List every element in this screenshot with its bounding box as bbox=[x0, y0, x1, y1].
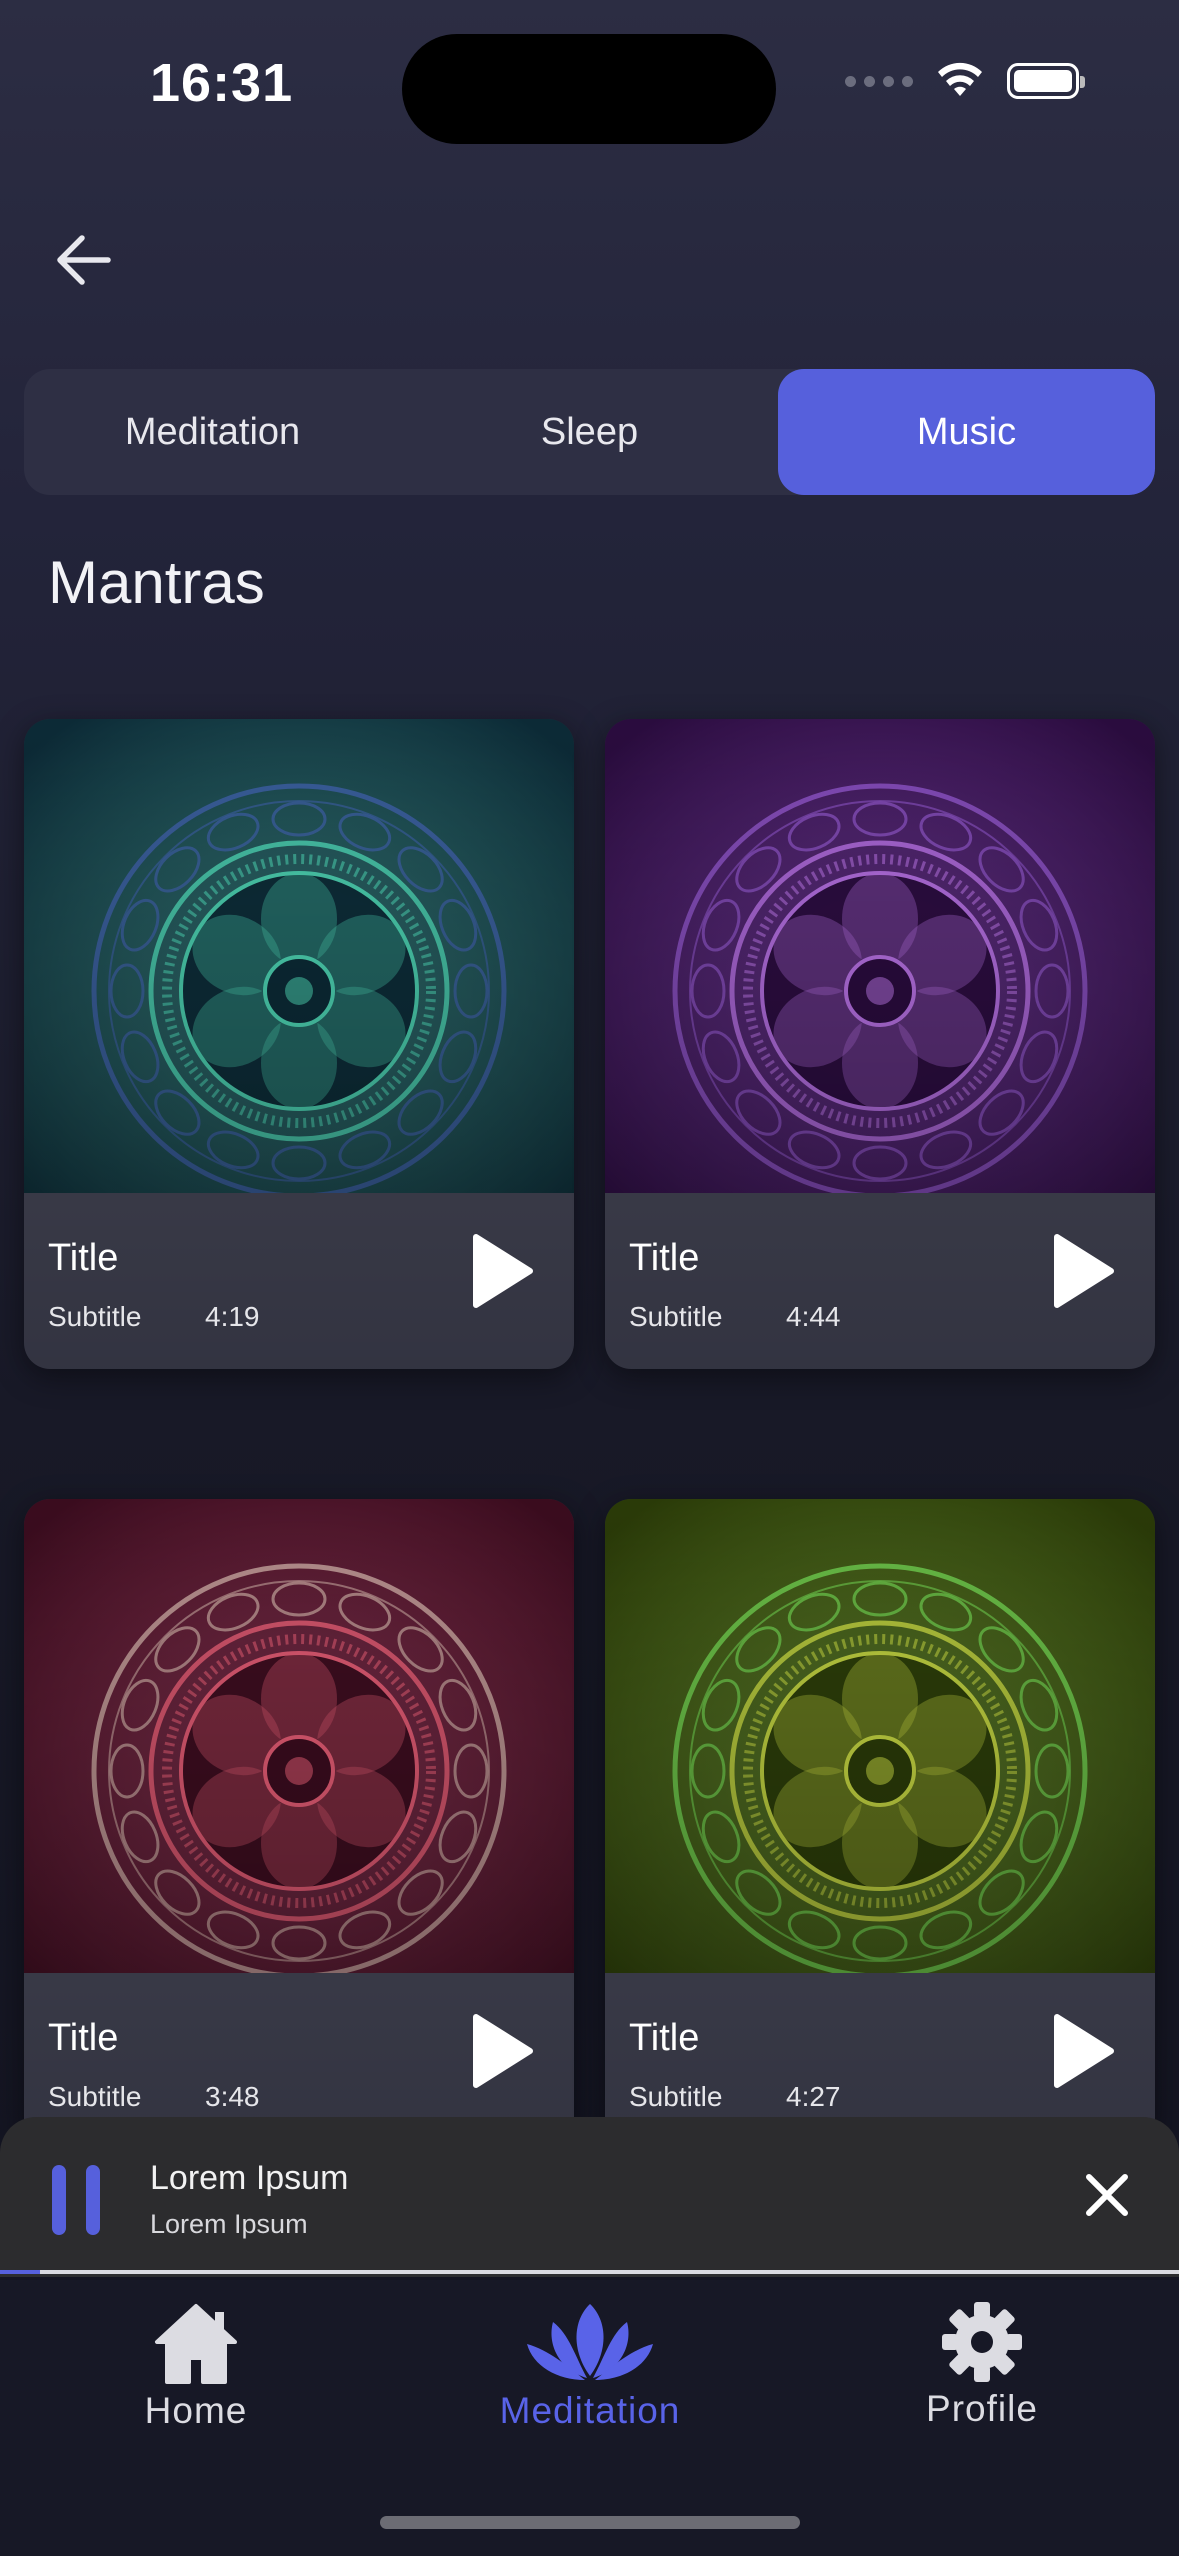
card-subtitle: Subtitle bbox=[629, 1301, 723, 1332]
mantra-card[interactable]: Title Subtitle 4:44 bbox=[605, 719, 1155, 1369]
close-icon[interactable] bbox=[1079, 2167, 1135, 2223]
nav-meditation[interactable]: Meditation bbox=[440, 2300, 740, 2432]
nav-home[interactable]: Home bbox=[46, 2300, 346, 2432]
mantra-card[interactable]: Title Subtitle 3:48 bbox=[24, 1499, 574, 2149]
arrow-left-icon bbox=[57, 235, 111, 285]
status-icons bbox=[845, 62, 1085, 100]
play-icon[interactable] bbox=[470, 2013, 534, 2089]
nav-home-label: Home bbox=[144, 2390, 248, 2431]
play-icon[interactable] bbox=[1051, 2013, 1115, 2089]
dynamic-island bbox=[402, 34, 776, 144]
card-duration: 4:27 bbox=[786, 2081, 841, 2112]
player-subtitle: Lorem Ipsum bbox=[150, 2209, 308, 2239]
mandala-artwork bbox=[24, 719, 574, 1193]
mini-player[interactable]: Lorem Ipsum Lorem Ipsum bbox=[0, 2117, 1179, 2277]
nav-meditation-label: Meditation bbox=[499, 2390, 681, 2431]
nav-profile[interactable]: Profile bbox=[832, 2300, 1132, 2430]
lotus-icon bbox=[527, 2304, 653, 2380]
status-time: 16:31 bbox=[150, 53, 294, 113]
section-title: Mantras bbox=[48, 549, 265, 616]
back-button[interactable] bbox=[52, 228, 116, 292]
battery-icon bbox=[1007, 63, 1085, 99]
pause-button[interactable] bbox=[48, 2165, 104, 2235]
card-subtitle: Subtitle bbox=[48, 1301, 142, 1332]
mandala-artwork bbox=[605, 1499, 1155, 1973]
card-duration: 3:48 bbox=[205, 2081, 260, 2112]
card-duration: 4:44 bbox=[786, 1301, 841, 1332]
card-title: Title bbox=[48, 1237, 119, 1279]
card-title: Title bbox=[48, 2017, 119, 2059]
category-segmented-control: Meditation Sleep Music bbox=[24, 369, 1155, 495]
play-icon[interactable] bbox=[470, 1233, 534, 1309]
player-title: Lorem Ipsum bbox=[150, 2159, 349, 2197]
mantra-card[interactable]: Title Subtitle 4:19 bbox=[24, 719, 574, 1369]
mandala-artwork bbox=[605, 719, 1155, 1193]
play-icon[interactable] bbox=[1051, 1233, 1115, 1309]
pause-icon bbox=[52, 2165, 66, 2235]
playback-progress-fill bbox=[0, 2270, 41, 2274]
card-subtitle: Subtitle bbox=[629, 2081, 723, 2112]
bottom-tab-bar: Home Meditation Profile bbox=[0, 2280, 1179, 2556]
card-title: Title bbox=[629, 2017, 700, 2059]
playback-progress-bar[interactable] bbox=[0, 2270, 1179, 2274]
home-indicator bbox=[380, 2516, 800, 2529]
nav-profile-label: Profile bbox=[926, 2388, 1038, 2429]
mandala-artwork bbox=[24, 1499, 574, 1973]
card-duration: 4:19 bbox=[205, 1301, 260, 1332]
wifi-icon bbox=[938, 62, 982, 96]
tab-sleep[interactable]: Sleep bbox=[401, 369, 778, 495]
tab-meditation[interactable]: Meditation bbox=[24, 369, 401, 495]
tab-music[interactable]: Music bbox=[778, 369, 1155, 495]
home-icon bbox=[155, 2304, 237, 2384]
card-subtitle: Subtitle bbox=[48, 2081, 142, 2112]
gear-icon bbox=[942, 2302, 1022, 2382]
card-title: Title bbox=[629, 1237, 700, 1279]
mantra-card[interactable]: Title Subtitle 4:27 bbox=[605, 1499, 1155, 2149]
cellular-signal-icon bbox=[845, 75, 913, 87]
